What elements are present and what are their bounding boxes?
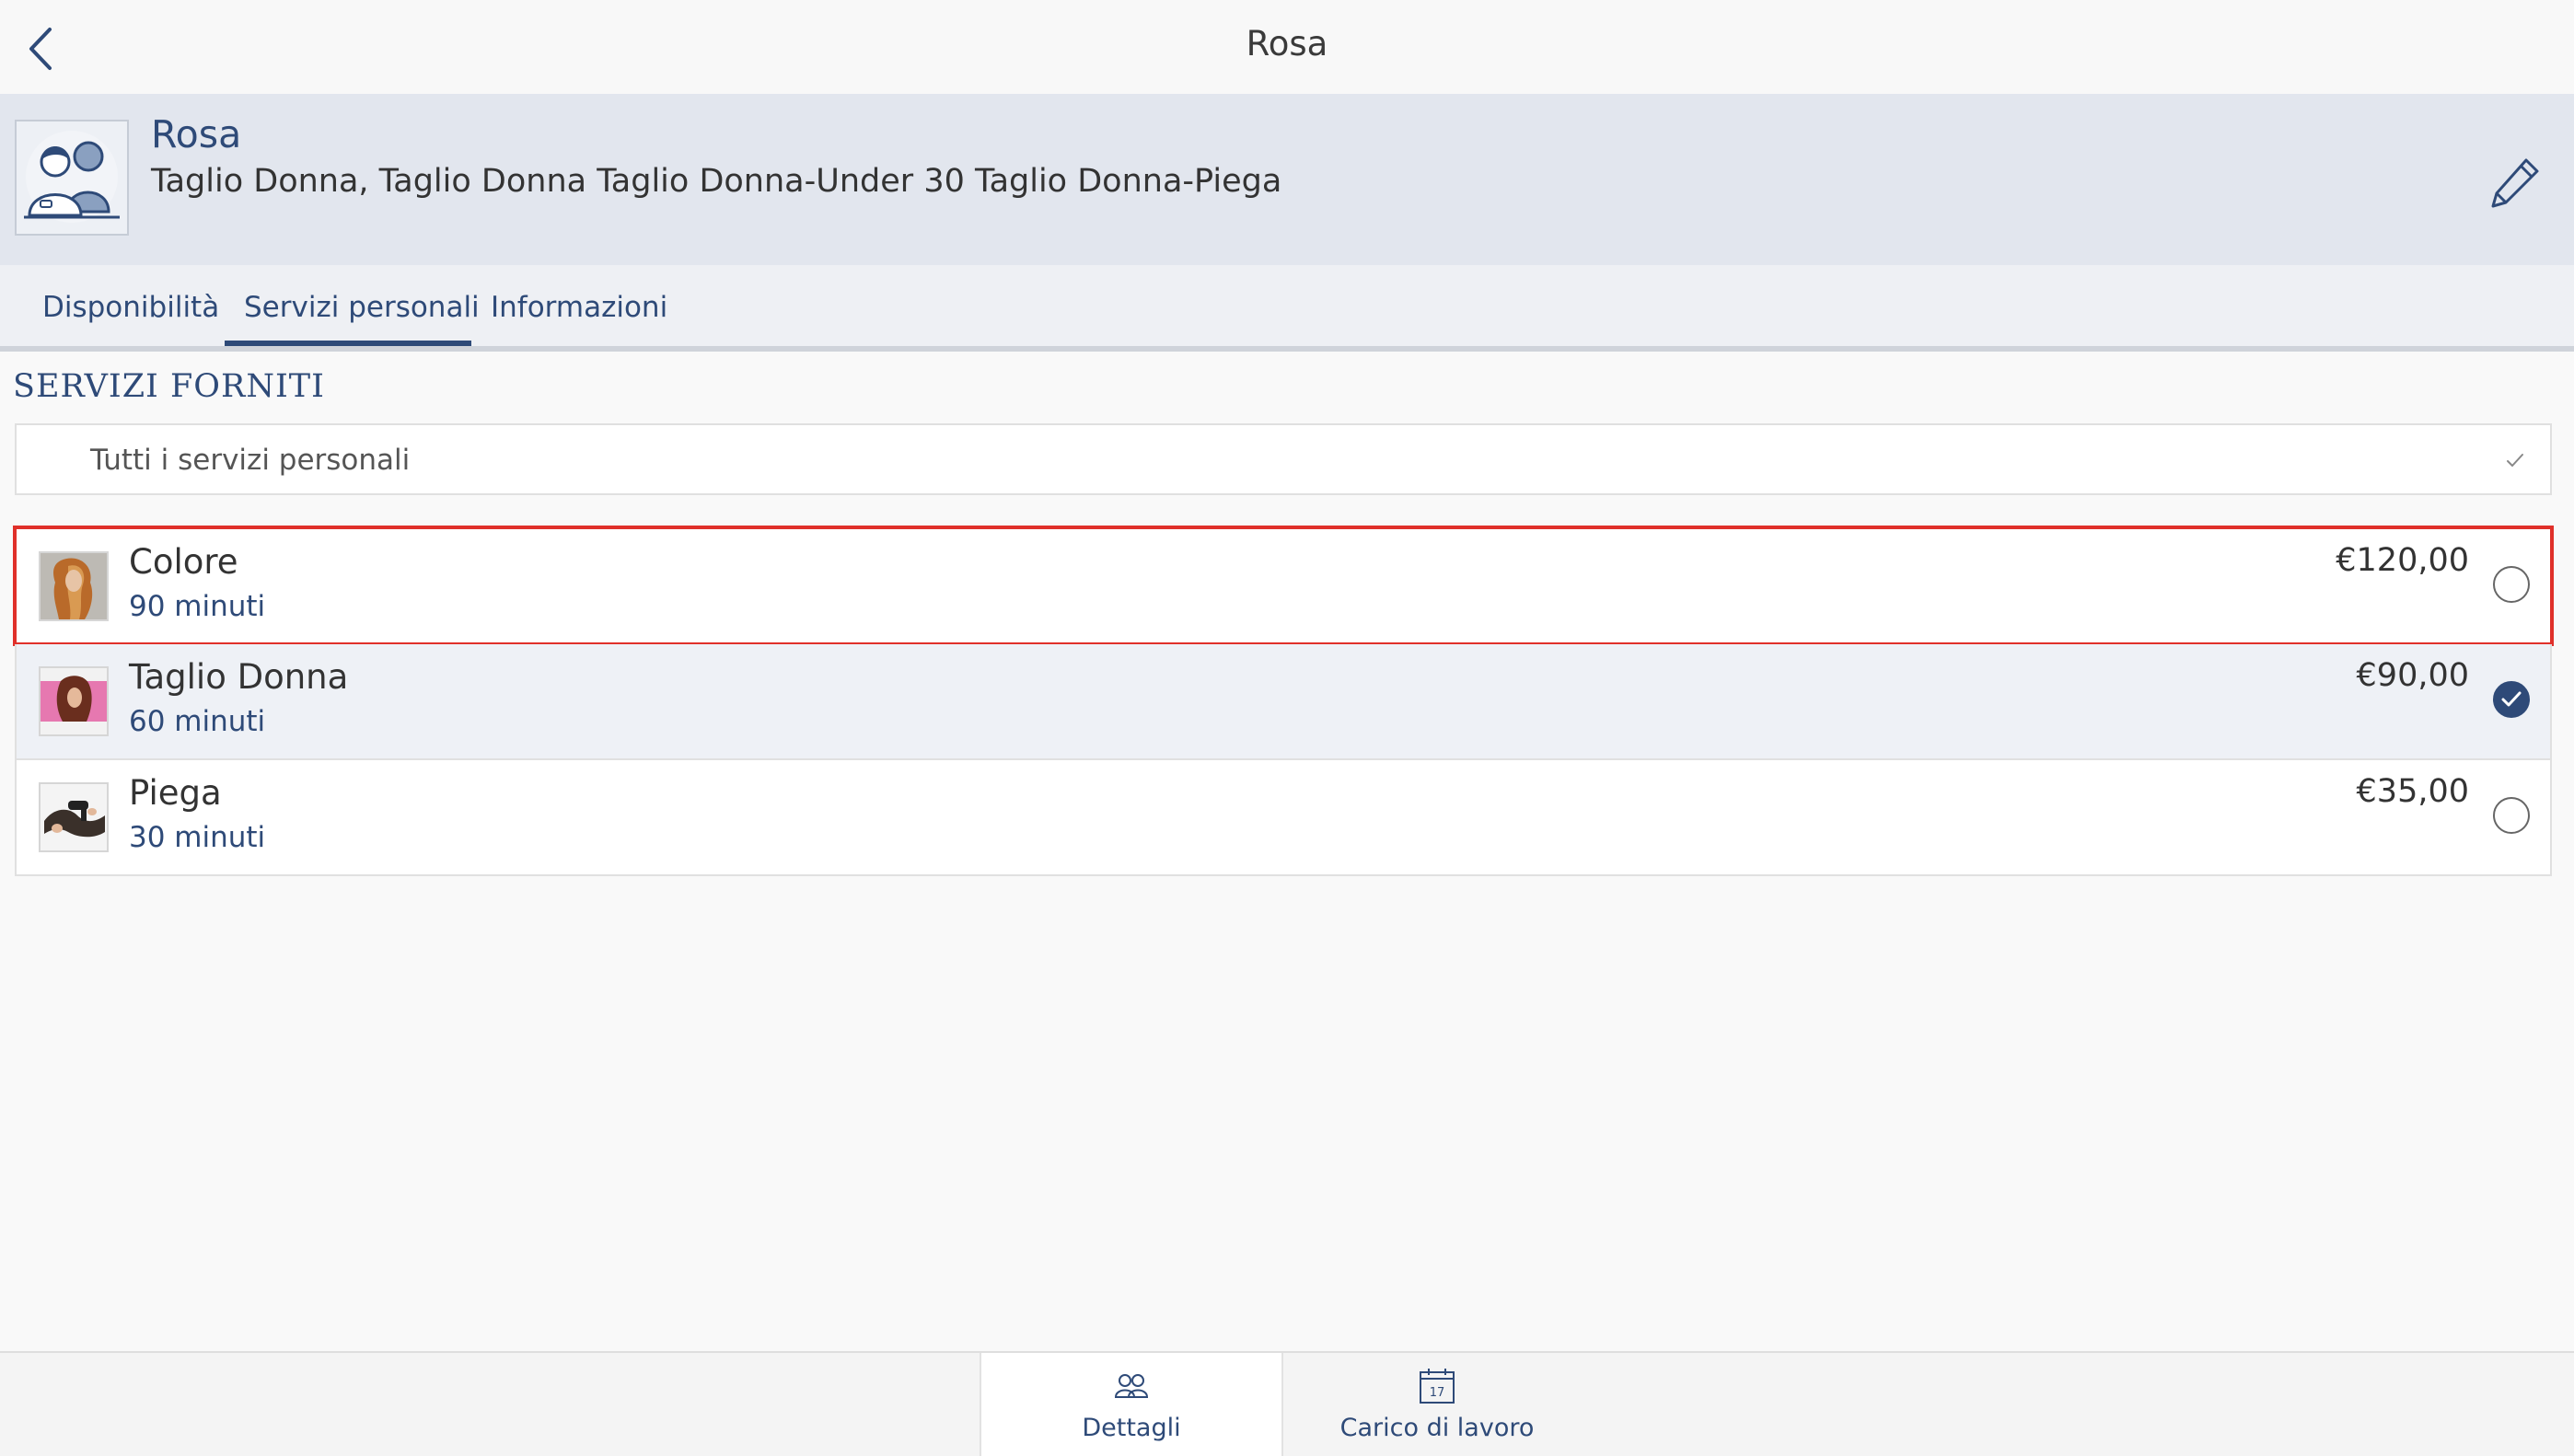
service-price: €90,00	[2356, 657, 2469, 694]
tab-informazioni[interactable]: Informazioni	[491, 291, 667, 324]
page-title: Rosa	[1246, 24, 1328, 64]
tab-servizi-personali[interactable]: Servizi personali	[244, 291, 480, 324]
pencil-icon	[2491, 158, 2539, 208]
all-services-label: Tutti i servizi personali	[90, 444, 411, 477]
active-tab-indicator	[225, 341, 471, 346]
tab-bar: Disponibilità Servizi personali Informaz…	[0, 265, 2574, 352]
calendar-day-number: 17	[1430, 1386, 1445, 1400]
avatar	[15, 120, 129, 236]
people-icon	[981, 1366, 1281, 1406]
staff-avatar-icon	[24, 131, 120, 223]
service-thumbnail	[39, 782, 109, 852]
service-thumbnail	[39, 666, 109, 736]
service-row-taglio-donna[interactable]: Taglio Donna 60 minuti €90,00	[15, 644, 2552, 760]
navigation-bar: Rosa	[0, 0, 2574, 95]
bottom-tab-label: Dettagli	[1082, 1414, 1181, 1442]
bottom-tab-label: Carico di lavoro	[1339, 1414, 1535, 1442]
service-thumbnail	[39, 551, 109, 621]
service-select-radio[interactable]	[2493, 797, 2530, 834]
service-duration: 30 minuti	[129, 821, 266, 854]
service-duration: 90 minuti	[129, 590, 266, 623]
service-price: €120,00	[2336, 542, 2469, 579]
services-list: Colore 90 minuti €120,00 Taglio Donna 60…	[13, 526, 2554, 876]
calendar-icon: 17	[1285, 1366, 1589, 1406]
profile-services-summary: Taglio Donna, Taglio Donna Taglio Donna-…	[151, 163, 1282, 200]
bottom-tab-bar: Dettagli 17 Carico di lavoro	[0, 1351, 2574, 1456]
service-select-radio[interactable]	[2493, 681, 2530, 718]
tab-disponibilita[interactable]: Disponibilità	[42, 291, 219, 324]
section-title: SERVIZI FORNITI	[13, 368, 325, 405]
bottom-tab-carico-di-lavoro[interactable]: 17 Carico di lavoro	[1285, 1353, 1589, 1456]
hair-color-photo-icon	[41, 553, 107, 619]
profile-name: Rosa	[151, 112, 242, 156]
checkmark-icon	[2501, 691, 2522, 707]
blow-dry-photo-icon	[41, 784, 107, 850]
service-name: Colore	[129, 542, 238, 582]
service-price: €35,00	[2356, 773, 2469, 810]
bottom-tab-dettagli[interactable]: Dettagli	[980, 1353, 1283, 1456]
profile-header: Rosa Taglio Donna, Taglio Donna Taglio D…	[0, 94, 2574, 267]
edit-button[interactable]	[2486, 153, 2545, 212]
haircut-photo-icon	[41, 668, 107, 734]
checkmark-icon	[2507, 454, 2523, 467]
service-row-piega[interactable]: Piega 30 minuti €35,00	[15, 760, 2552, 876]
service-duration: 60 minuti	[129, 705, 266, 738]
service-row-colore[interactable]: Colore 90 minuti €120,00	[13, 526, 2554, 646]
all-services-row[interactable]: Tutti i servizi personali	[15, 423, 2552, 495]
service-select-radio[interactable]	[2493, 566, 2530, 603]
service-name: Piega	[129, 773, 222, 813]
service-name: Taglio Donna	[129, 657, 349, 697]
